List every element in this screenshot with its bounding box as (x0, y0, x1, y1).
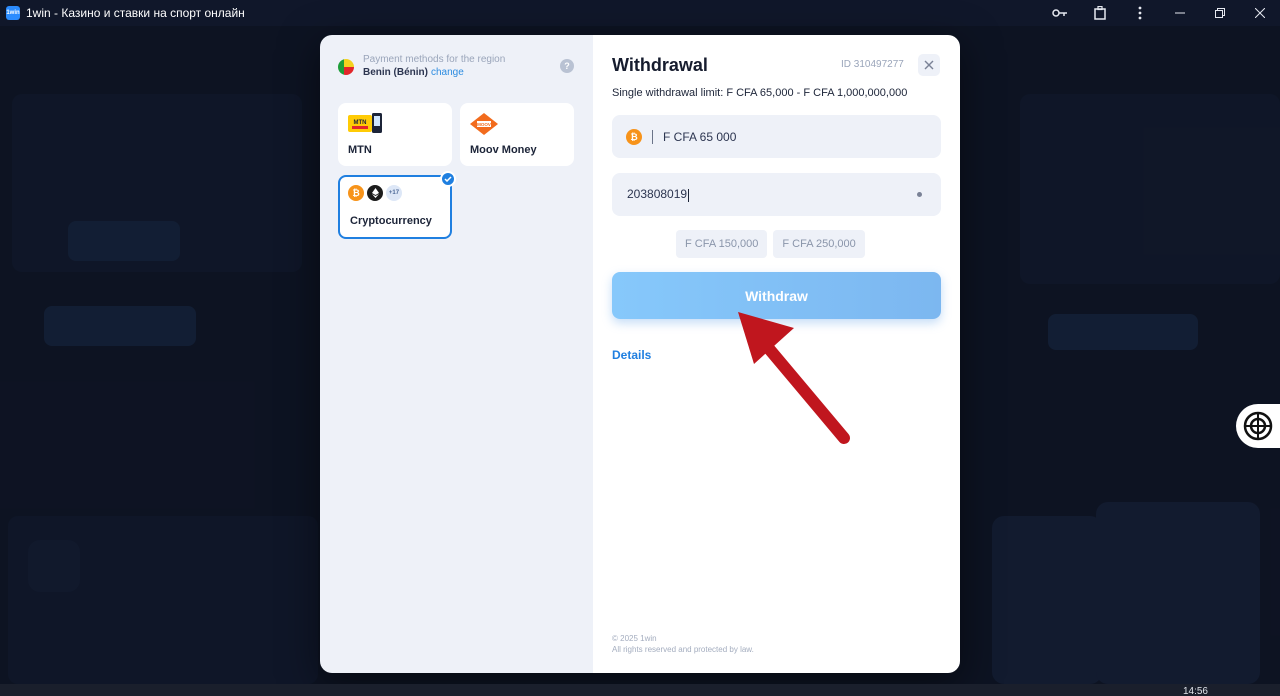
copyright-text: © 2025 1win (612, 634, 657, 643)
window-controls (1040, 0, 1280, 26)
amount-value: F CFA 65 000 (663, 129, 737, 144)
rights-text: All rights reserved and protected by law… (612, 645, 754, 654)
restore-icon[interactable] (1200, 0, 1240, 26)
region-label: Payment methods for the region (363, 54, 506, 65)
change-region-link[interactable]: change (431, 67, 464, 78)
window-title: 1win - Казино и ставки на спорт онлайн (26, 6, 245, 20)
svg-text:MTN: MTN (354, 120, 367, 126)
app-icon: 1win (6, 6, 20, 20)
account-id: ID 310497277 (841, 59, 904, 70)
quick-amount-chips: F CFA 150,000 F CFA 250,000 (676, 230, 871, 258)
method-label: Moov Money (470, 144, 537, 156)
more-coins-badge: +17 (386, 185, 402, 201)
withdrawal-limit-text: Single withdrawal limit: F CFA 65,000 - … (612, 87, 908, 99)
method-label: Cryptocurrency (350, 215, 432, 227)
method-card-moov-money[interactable]: MOOV Moov Money (460, 103, 574, 166)
mtn-logo-icon: MTN (348, 113, 382, 133)
wallet-address-input[interactable]: 203808019 (612, 173, 941, 216)
moov-money-logo-icon: MOOV (470, 113, 498, 135)
flower-logo-icon (1243, 411, 1273, 441)
details-link[interactable]: Details (612, 348, 651, 362)
window-titlebar: 1win 1win - Казино и ставки на спорт онл… (0, 0, 1280, 26)
quick-amount-chip[interactable]: F CFA 250,000 (773, 230, 865, 258)
payment-methods-pane: Payment methods for the region Benin (Bé… (320, 35, 593, 673)
menu-kebab-icon[interactable] (1120, 0, 1160, 26)
region-country: Benin (Bénin) change (363, 67, 464, 78)
help-icon[interactable]: ? (560, 59, 574, 73)
taskbar-clock: 14:56 (1182, 686, 1208, 696)
ethereum-icon (367, 185, 383, 201)
modal-footer: © 2025 1win All rights reserved and prot… (612, 633, 754, 655)
field-status-dot (917, 192, 922, 197)
svg-text:MOOV: MOOV (477, 122, 491, 127)
side-widget-button[interactable] (1236, 404, 1280, 448)
os-taskbar: 14:56 (0, 684, 1280, 696)
bitcoin-icon: ₿ (626, 128, 642, 145)
crypto-coins: ₿ +17 (348, 185, 405, 201)
region-selector: Payment methods for the region Benin (Bé… (338, 53, 505, 79)
annotation-arrow-icon (738, 312, 850, 444)
minimize-icon[interactable] (1160, 0, 1200, 26)
method-card-mtn[interactable]: MTN MTN (338, 103, 452, 166)
selected-check-icon (440, 171, 456, 187)
quick-amount-chip[interactable]: F CFA 150,000 (676, 230, 768, 258)
close-window-icon[interactable] (1240, 0, 1280, 26)
method-label: MTN (348, 144, 372, 156)
amount-input[interactable]: ₿ F CFA 65 000 (612, 115, 941, 158)
extensions-icon[interactable] (1080, 0, 1120, 26)
close-icon (924, 60, 934, 70)
bitcoin-icon: ₿ (348, 185, 364, 201)
benin-flag-icon (338, 59, 354, 75)
page-title: Withdrawal (612, 55, 708, 75)
key-icon[interactable] (1040, 0, 1080, 26)
method-card-cryptocurrency[interactable]: ₿ +17 Cryptocurrency (338, 171, 456, 239)
close-modal-button[interactable] (918, 54, 940, 76)
address-value: 203808019 (627, 187, 690, 202)
